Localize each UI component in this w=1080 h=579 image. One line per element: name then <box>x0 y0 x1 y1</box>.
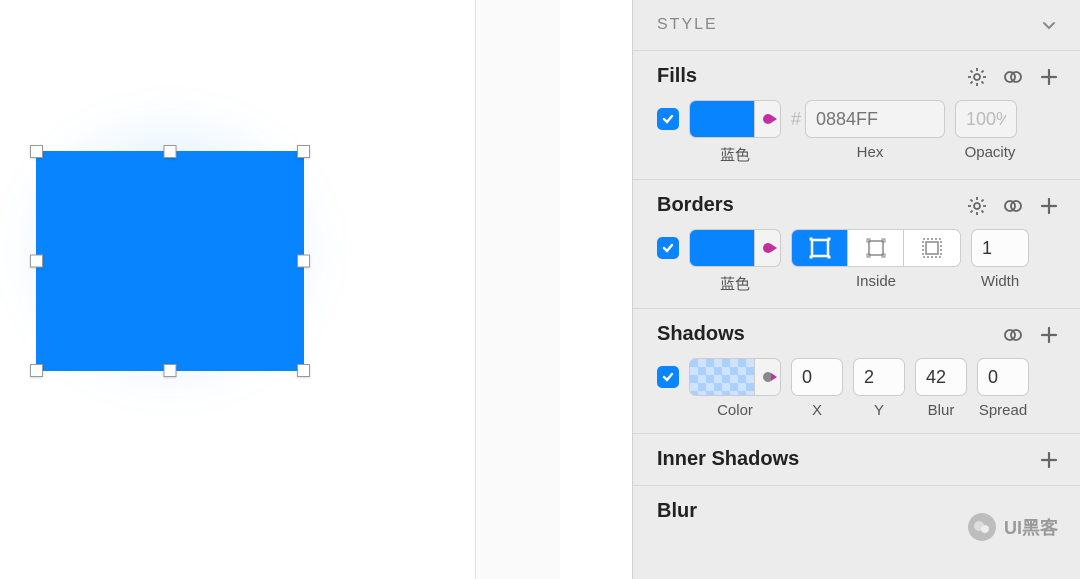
border-position-segment <box>791 229 961 267</box>
fills-color-swatch[interactable] <box>689 100 781 138</box>
fills-section: Fills # <box>633 51 1080 180</box>
shadow-spread-input[interactable] <box>977 358 1029 396</box>
border-outside-button[interactable] <box>904 230 960 266</box>
plus-icon[interactable] <box>1038 195 1060 217</box>
shadow-y-label: Y <box>853 402 905 419</box>
plus-icon[interactable] <box>1038 324 1060 346</box>
fills-title: Fills <box>657 65 697 88</box>
fills-swatch-label: 蓝色 <box>689 144 781 165</box>
watermark-text: UI黑客 <box>1004 514 1058 540</box>
shadows-checkbox[interactable] <box>657 366 679 388</box>
blur-title: Blur <box>657 500 697 523</box>
style-header[interactable]: STYLE <box>633 0 1080 51</box>
shadows-title: Shadows <box>657 323 745 346</box>
shadow-y-input[interactable] <box>853 358 905 396</box>
secondary-column <box>476 0 560 579</box>
plus-icon[interactable] <box>1038 66 1060 88</box>
shadow-blur-label: Blur <box>915 402 967 419</box>
borders-checkbox[interactable] <box>657 237 679 259</box>
hex-prefix: # <box>791 109 801 130</box>
resize-handle-top-right[interactable] <box>297 145 310 158</box>
border-width-input[interactable] <box>971 229 1029 267</box>
inner-shadows-title: Inner Shadows <box>657 448 799 471</box>
border-width-label: Width <box>971 273 1029 290</box>
color-picker-icon[interactable] <box>754 359 780 395</box>
resize-handle-top-left[interactable] <box>30 145 43 158</box>
border-position-label: Inside <box>791 273 961 290</box>
shadow-spread-label: Spread <box>977 402 1029 419</box>
borders-color-swatch[interactable] <box>689 229 781 267</box>
color-picker-icon[interactable] <box>754 101 780 137</box>
hex-label: Hex <box>791 144 949 161</box>
opacity-input[interactable] <box>955 100 1017 138</box>
wechat-icon <box>968 513 996 541</box>
blend-icon[interactable] <box>1002 324 1024 346</box>
shadows-color-swatch[interactable] <box>689 358 781 396</box>
gear-icon[interactable] <box>966 66 988 88</box>
selected-rectangle[interactable] <box>30 145 310 377</box>
resize-handle-top-mid[interactable] <box>164 145 177 158</box>
border-center-button[interactable] <box>848 230 904 266</box>
border-inside-button[interactable] <box>792 230 848 266</box>
resize-handle-bottom-left[interactable] <box>30 364 43 377</box>
style-header-label: STYLE <box>657 16 718 34</box>
plus-icon[interactable] <box>1038 449 1060 471</box>
watermark: UI黑客 <box>968 513 1058 541</box>
shadow-x-input[interactable] <box>791 358 843 396</box>
chevron-down-icon[interactable] <box>1038 14 1060 36</box>
resize-handle-bottom-mid[interactable] <box>164 364 177 377</box>
shadow-x-label: X <box>791 402 843 419</box>
blend-icon[interactable] <box>1002 195 1024 217</box>
blend-icon[interactable] <box>1002 66 1024 88</box>
inner-shadows-section: Inner Shadows <box>633 434 1080 486</box>
resize-handle-bottom-right[interactable] <box>297 364 310 377</box>
borders-title: Borders <box>657 194 734 217</box>
borders-section: Borders <box>633 180 1080 309</box>
gear-icon[interactable] <box>966 195 988 217</box>
shadow-blur-input[interactable] <box>915 358 967 396</box>
color-picker-icon[interactable] <box>754 230 780 266</box>
rectangle-shape[interactable] <box>36 151 304 371</box>
resize-handle-mid-left[interactable] <box>30 255 43 268</box>
shadows-section: Shadows Colo <box>633 309 1080 434</box>
opacity-label: Opacity <box>959 144 1021 161</box>
borders-swatch-label: 蓝色 <box>689 273 781 294</box>
hex-input[interactable] <box>805 100 945 138</box>
fills-checkbox[interactable] <box>657 108 679 130</box>
canvas-area[interactable] <box>0 0 475 579</box>
inspector-panel: STYLE Fills <box>632 0 1080 579</box>
resize-handle-mid-right[interactable] <box>297 255 310 268</box>
shadow-color-label: Color <box>689 402 781 419</box>
